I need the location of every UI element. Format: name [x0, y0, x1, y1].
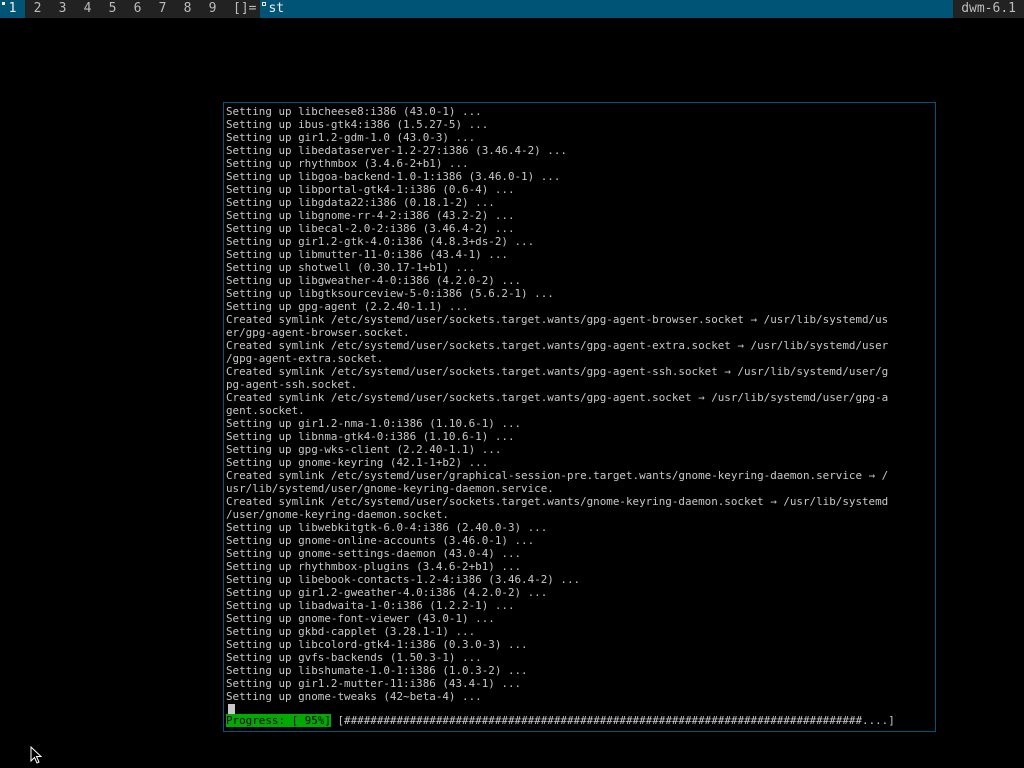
terminal-line: Setting up libgoa-backend-1.0-1:i386 (3.…: [226, 170, 561, 183]
occupied-indicator-icon: [2, 2, 5, 5]
terminal-line: Setting up libshumate-1.0-1:i386 (1.0.3-…: [226, 664, 528, 677]
terminal-line: /gpg-agent-extra.socket.: [226, 352, 384, 365]
progress-label: Progress: [ 95%]: [226, 714, 331, 727]
terminal-line: Setting up libcheese8:i386 (43.0-1) ...: [226, 105, 482, 118]
terminal-line: Setting up gnome-font-viewer (43.0-1) ..…: [226, 612, 495, 625]
terminal-line: Setting up libmutter-11-0:i386 (43.4-1) …: [226, 248, 508, 261]
terminal-line: Created symlink /etc/systemd/user/socket…: [226, 339, 889, 352]
terminal-line: Setting up gkbd-capplet (3.28.1-1) ...: [226, 625, 476, 638]
terminal-line: Setting up gir1.2-mutter-11:i386 (43.4-1…: [226, 677, 522, 690]
terminal-line: Setting up libgnome-rr-4-2:i386 (43.2-2)…: [226, 209, 515, 222]
window-title-text: st: [268, 1, 285, 16]
terminal-window[interactable]: Setting up libcheese8:i386 (43.0-1) ... S…: [223, 102, 936, 732]
layout-indicator[interactable]: []=: [225, 0, 260, 18]
terminal-line: Setting up libgdata22:i386 (0.18.1-2) ..…: [226, 196, 495, 209]
terminal-line: Created symlink /etc/systemd/user/socket…: [226, 495, 889, 508]
tag-label: 3: [58, 1, 67, 16]
terminal-line: Setting up libecal-2.0-2:i386 (3.46.4-2)…: [226, 222, 515, 235]
terminal-line: Setting up gvfs-backends (1.50.3-1) ...: [226, 651, 482, 664]
terminal-line: Setting up ibus-gtk4:i386 (1.5.27-5) ...: [226, 118, 489, 131]
terminal-line: Setting up gpg-agent (2.2.40-1.1) ...: [226, 300, 469, 313]
terminal-output: Setting up libcheese8:i386 (43.0-1) ... S…: [224, 103, 935, 716]
tag-5[interactable]: 5: [100, 0, 125, 18]
tag-label: 8: [183, 1, 192, 16]
terminal-line: Setting up gir1.2-gweather-4.0:i386 (4.2…: [226, 586, 548, 599]
terminal-line: Setting up libportal-gtk4-1:i386 (0.6-4)…: [226, 183, 515, 196]
apt-progress: Progress: [ 95%] [######################…: [226, 714, 895, 727]
tag-4[interactable]: 4: [75, 0, 100, 18]
terminal-line: Setting up libebook-contacts-1.2-4:i386 …: [226, 573, 581, 586]
terminal-line: Setting up libnma-gtk4-0:i386 (1.10.6-1)…: [226, 430, 515, 443]
terminal-line: Setting up gir1.2-nma-1.0:i386 (1.10.6-1…: [226, 417, 522, 430]
tag-label: 7: [158, 1, 167, 16]
terminal-line: Setting up libwebkitgtk-6.0-4:i386 (2.40…: [226, 521, 548, 534]
terminal-line: Created symlink /etc/systemd/user/graphi…: [226, 469, 889, 482]
terminal-line: Setting up gnome-online-accounts (3.46.0…: [226, 534, 535, 547]
terminal-line: Created symlink /etc/systemd/user/socket…: [226, 365, 889, 378]
tag-label: 6: [133, 1, 142, 16]
tag-label: 4: [83, 1, 92, 16]
terminal-line: Setting up libgweather-4-0:i386 (4.2.0-2…: [226, 274, 522, 287]
terminal-line: Setting up shotwell (0.30.17-1+b1) ...: [226, 261, 476, 274]
terminal-line: Created symlink /etc/systemd/user/socket…: [226, 313, 889, 326]
terminal-line: Setting up libedataserver-1.2-27:i386 (3…: [226, 144, 567, 157]
terminal-line: Created symlink /etc/systemd/user/socket…: [226, 391, 889, 404]
terminal-line: usr/lib/systemd/user/gnome-keyring-daemo…: [226, 482, 554, 495]
terminal-line: Setting up libgtksourceview-5-0:i386 (5.…: [226, 287, 554, 300]
terminal-line: Setting up gpg-wks-client (2.2.40-1.1) .…: [226, 443, 502, 456]
tag-label: 1: [8, 1, 17, 16]
tag-8[interactable]: 8: [175, 0, 200, 18]
tag-2[interactable]: 2: [25, 0, 50, 18]
progress-bar: [#######################################…: [330, 714, 895, 727]
tag-1[interactable]: 1: [0, 0, 25, 18]
terminal-line: gent.socket.: [226, 404, 305, 417]
status-text: dwm-6.1: [953, 0, 1024, 18]
terminal-line: Setting up gnome-settings-daemon (43.0-4…: [226, 547, 522, 560]
terminal-line: er/gpg-agent-browser.socket.: [226, 326, 410, 339]
tag-label: 9: [208, 1, 217, 16]
terminal-line: Setting up gir1.2-gdm-1.0 (43.0-3) ...: [226, 131, 476, 144]
terminal-line: Setting up rhythmbox-plugins (3.4.6-2+b1…: [226, 560, 522, 573]
tag-label: 2: [33, 1, 42, 16]
tag-list: 1 2 3 4 5 6 7 8 9: [0, 0, 225, 18]
tag-6[interactable]: 6: [125, 0, 150, 18]
status-bar: 1 2 3 4 5 6 7 8 9 []= st dwm-6.1: [0, 0, 1024, 18]
floating-indicator-icon: [262, 2, 267, 6]
terminal-line: Setting up libcolord-gtk4-1:i386 (0.3.0-…: [226, 638, 528, 651]
tag-3[interactable]: 3: [50, 0, 75, 18]
terminal-line: /user/gnome-keyring-daemon.socket.: [226, 508, 449, 521]
terminal-line: Setting up libadwaita-1-0:i386 (1.2.2-1)…: [226, 599, 515, 612]
terminal-line: pg-agent-ssh.socket.: [226, 378, 358, 391]
tag-7[interactable]: 7: [150, 0, 175, 18]
terminal-line: Setting up gnome-keyring (42.1-1+b2) ...: [226, 456, 489, 469]
tag-label: 5: [108, 1, 117, 16]
terminal-line: Setting up gnome-tweaks (42~beta-4) ...: [226, 690, 482, 703]
tag-9[interactable]: 9: [200, 0, 225, 18]
window-title[interactable]: st: [260, 0, 954, 18]
terminal-line: Setting up rhythmbox (3.4.6-2+b1) ...: [226, 157, 469, 170]
terminal-line: Setting up gir1.2-gtk-4.0:i386 (4.8.3+ds…: [226, 235, 535, 248]
mouse-pointer-icon: [30, 746, 43, 764]
